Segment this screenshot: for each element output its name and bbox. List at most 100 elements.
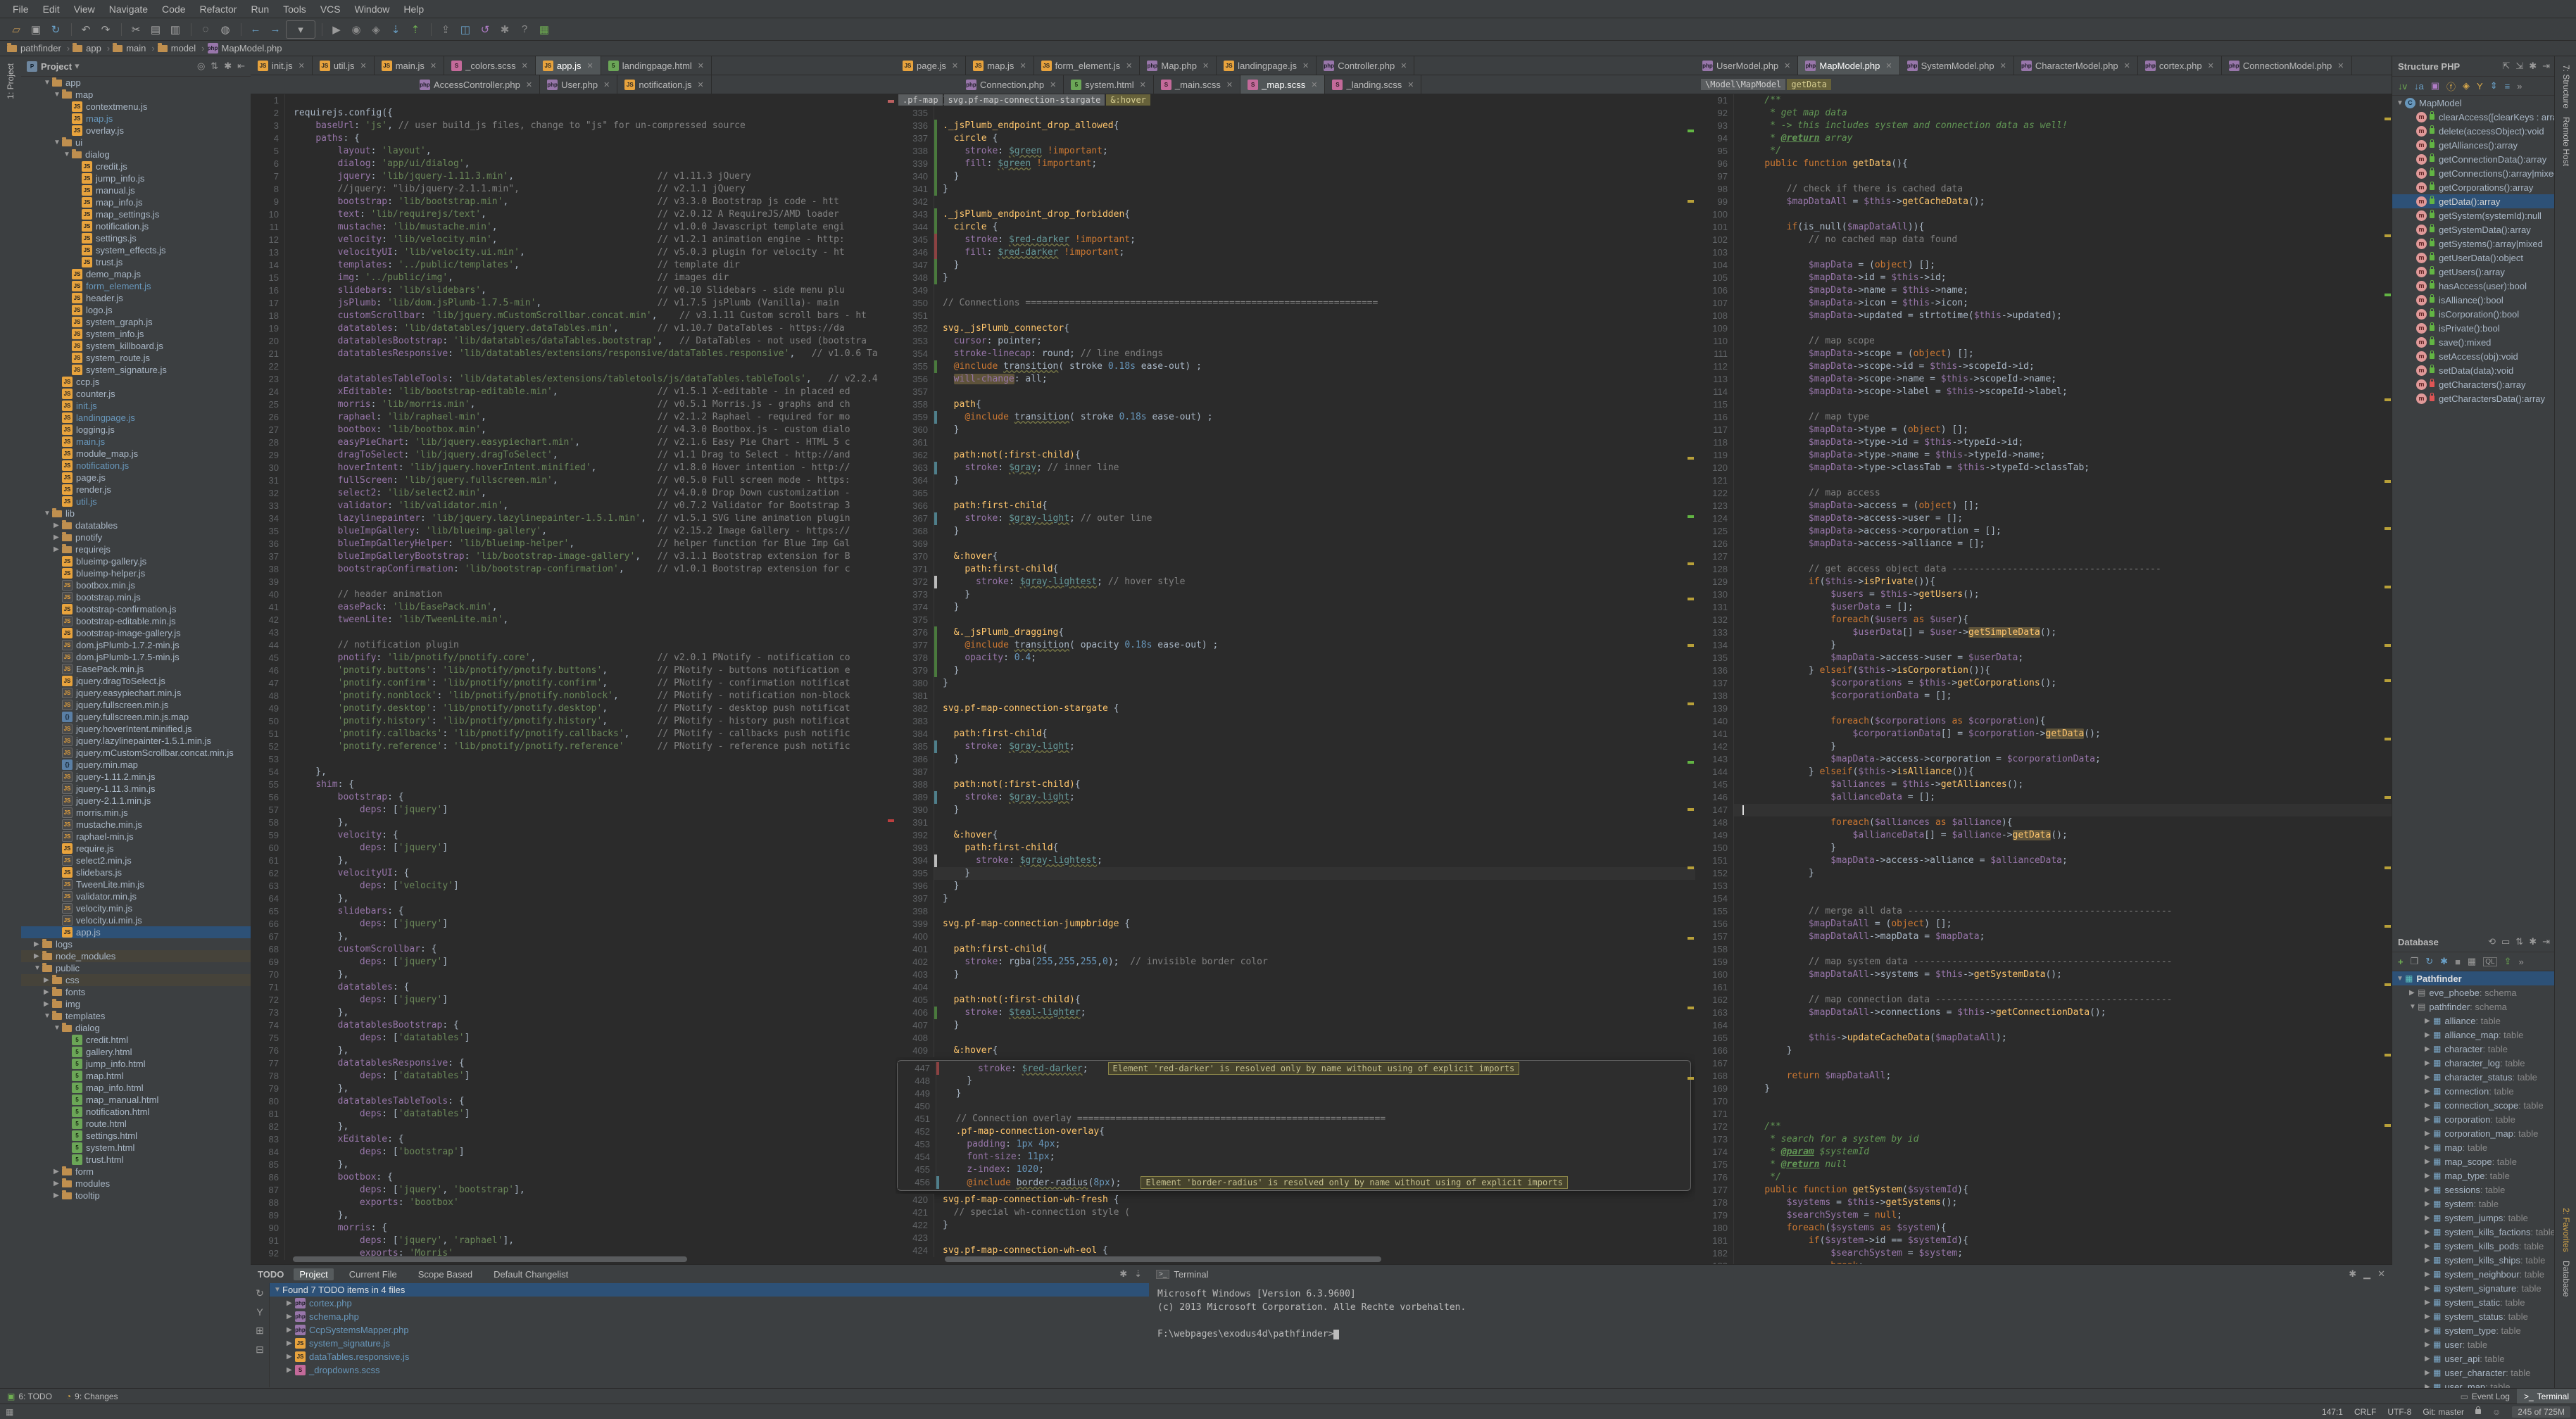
- tool-button-database[interactable]: Database: [2561, 1261, 2571, 1297]
- code-line[interactable]: 348}: [896, 272, 1695, 284]
- close-icon[interactable]: ✕: [1400, 61, 1407, 70]
- code-line[interactable]: 67 },: [251, 931, 896, 943]
- project-tree-item[interactable]: JSsystem_signature.js: [21, 364, 251, 376]
- code-line[interactable]: 172 /**: [1695, 1121, 2392, 1133]
- menu-window[interactable]: Window: [348, 0, 397, 18]
- project-tree-item[interactable]: JSjquery.lazylinepainter-1.5.1.min.js: [21, 735, 251, 747]
- code-line[interactable]: 181 if($system->id == $systemId){: [1695, 1235, 2392, 1247]
- project-tree-item[interactable]: JSslidebars.js: [21, 866, 251, 878]
- code-line[interactable]: 366 path:first-child{: [896, 500, 1695, 512]
- chevron-down-icon[interactable]: ▾: [75, 61, 80, 72]
- sort-by-visibility-icon[interactable]: ↓v: [2398, 81, 2407, 92]
- code-line[interactable]: 359 @include transition( stroke 0.18s ea…: [896, 411, 1695, 424]
- project-tree-item[interactable]: JSblueimp-helper.js: [21, 567, 251, 579]
- project-tree-item[interactable]: JSselect2.min.js: [21, 854, 251, 866]
- gear-icon[interactable]: ✱: [224, 61, 232, 72]
- editor-map-scss[interactable]: .pf-mapsvg.pf-map-connection-stargate&:h…: [896, 94, 1695, 1264]
- project-tree-item[interactable]: ▼dialog: [21, 1022, 251, 1034]
- project-tree-item[interactable]: JSvelocity.min.js: [21, 902, 251, 914]
- code-line[interactable]: 119 $mapData->type->name = $this->typeId…: [1695, 449, 2392, 462]
- code-line[interactable]: 104 $mapData = (object) [];: [1695, 259, 2392, 272]
- error-stripe-mark[interactable]: [1688, 644, 1694, 647]
- error-stripe-mark[interactable]: [1688, 808, 1694, 811]
- code-line[interactable]: 424svg.pf-map-connection-wh-eol {: [896, 1244, 1695, 1257]
- code-line[interactable]: 165 $this->updateCacheData($mapDataAll);: [1695, 1032, 2392, 1045]
- project-tree-item[interactable]: JSjquery-1.11.3.min.js: [21, 783, 251, 795]
- code-line[interactable]: 357: [896, 386, 1695, 398]
- code-line[interactable]: 390 }: [896, 804, 1695, 816]
- code-line[interactable]: 29 dragToSelect: 'lib/jquery.dragToSelec…: [251, 449, 896, 462]
- close-icon[interactable]: ✕: [2000, 61, 2006, 70]
- code-line[interactable]: 136 } elseif($this->isCorporation()){: [1695, 664, 2392, 677]
- code-line[interactable]: 13 velocityUI: 'lib/velocity.ui.min', //…: [251, 246, 896, 259]
- code-line[interactable]: 8 //jquery: "lib/jquery-2.1.1.min", // v…: [251, 183, 896, 196]
- code-line[interactable]: 421 // special wh-connection style (: [896, 1206, 1695, 1219]
- code-line[interactable]: 381: [896, 690, 1695, 702]
- code-line[interactable]: 376 &._jsPlumb_dragging{: [896, 626, 1695, 639]
- code-line[interactable]: 389 stroke: $gray-light;: [896, 791, 1695, 804]
- code-line[interactable]: 72 deps: ['jquery']: [251, 994, 896, 1007]
- code-line[interactable]: 352svg._jsPlumb_connector{: [896, 322, 1695, 335]
- code-line[interactable]: 173 * search for a system by id: [1695, 1133, 2392, 1146]
- code-line[interactable]: 121: [1695, 474, 2392, 487]
- code-line[interactable]: 369: [896, 538, 1695, 550]
- code-line[interactable]: 10 text: 'lib/requirejs/text', // v2.0.1…: [251, 208, 896, 221]
- project-tree-item[interactable]: JSlogo.js: [21, 304, 251, 316]
- code-line[interactable]: 109: [1695, 322, 2392, 335]
- error-stripe-mark[interactable]: [1688, 761, 1694, 764]
- code-line[interactable]: 157 $mapDataAll->mapData = $mapData;: [1695, 931, 2392, 943]
- code-line[interactable]: 96 public function getData(){: [1695, 158, 2392, 170]
- code-line[interactable]: 115: [1695, 398, 2392, 411]
- project-tree-item[interactable]: JSsystem_route.js: [21, 352, 251, 364]
- code-line[interactable]: 27 bootbox: 'lib/bootbox.min', // v4.3.0…: [251, 424, 896, 436]
- code-line[interactable]: 168 return $mapDataAll;: [1695, 1070, 2392, 1083]
- code-line[interactable]: 142 }: [1695, 740, 2392, 753]
- db-table-row[interactable]: ▶▦sessions: table: [2392, 1182, 2556, 1197]
- db-table-row[interactable]: ▶▦alliance_map: table: [2392, 1028, 2556, 1042]
- editor-tab-_map.scss[interactable]: S_map.scss✕: [1240, 75, 1325, 94]
- editor-tab-system.html[interactable]: 5system.html✕: [1064, 75, 1154, 94]
- code-line[interactable]: 123 $mapData->access = (object) [];: [1695, 500, 2392, 512]
- code-line[interactable]: 339 fill: $green !important;: [896, 158, 1695, 170]
- code-line[interactable]: 77 datatablesResponsive: {: [251, 1057, 896, 1070]
- project-tree-item[interactable]: ▶tooltip: [21, 1190, 251, 1202]
- todo-file-row[interactable]: ▶JSsystem_signature.js: [270, 1337, 1149, 1350]
- project-tree-item[interactable]: ▼map: [21, 89, 251, 101]
- code-line[interactable]: 159 // map system data -----------------…: [1695, 956, 2392, 969]
- editor-tab-form_element.js[interactable]: JSform_element.js✕: [1034, 56, 1141, 75]
- code-line[interactable]: 361: [896, 436, 1695, 449]
- db-table-row[interactable]: ▶▦system_neighbour: table: [2392, 1267, 2556, 1281]
- structure-method-row[interactable]: msave():mixed: [2392, 335, 2556, 349]
- code-line[interactable]: 57 deps: ['jquery']: [251, 804, 896, 816]
- project-tree-item[interactable]: JSlandingpage.js: [21, 412, 251, 424]
- filter-icon[interactable]: Y: [2477, 81, 2483, 92]
- code-line[interactable]: 122 // map access: [1695, 487, 2392, 500]
- project-tree-item[interactable]: JSform_element.js: [21, 280, 251, 292]
- code-line[interactable]: 38 bootstrapConfirmation: 'lib/bootstrap…: [251, 563, 896, 576]
- error-stripe-mark[interactable]: [2385, 679, 2391, 682]
- error-stripe-mark[interactable]: [2385, 738, 2391, 740]
- code-line[interactable]: 20 datatablesBootstrap: 'lib/datatables/…: [251, 335, 896, 348]
- code-line[interactable]: 391: [896, 816, 1695, 829]
- project-tree-item[interactable]: JSsystem_effects.js: [21, 244, 251, 256]
- close-icon[interactable]: ✕: [603, 80, 610, 89]
- project-structure-icon[interactable]: ▦: [535, 21, 553, 38]
- project-tree-item[interactable]: JSbootstrap-editable.min.js: [21, 615, 251, 627]
- code-line[interactable]: 145 $alliances = $this->getAlliances();: [1695, 778, 2392, 791]
- error-stripe-mark[interactable]: [888, 100, 894, 103]
- console-icon[interactable]: QL: [2483, 957, 2496, 966]
- code-line[interactable]: 53: [251, 753, 896, 766]
- code-line[interactable]: 103: [1695, 246, 2392, 259]
- close-icon[interactable]: ✕: [2124, 61, 2130, 70]
- close-icon[interactable]: ✕: [1311, 80, 1317, 89]
- terminal-output[interactable]: Microsoft Windows [Version 6.3.9600](c) …: [1149, 1283, 2392, 1345]
- expand-icon[interactable]: ⇕: [2490, 80, 2498, 92]
- editor-tab-CharacterModel.php[interactable]: phpCharacterModel.php✕: [2014, 56, 2138, 75]
- db-table-row[interactable]: ▶▦map: table: [2392, 1140, 2556, 1154]
- editor-tab-_landing.scss[interactable]: S_landing.scss✕: [1325, 75, 1421, 94]
- project-tree-item[interactable]: JSdom.jsPlumb-1.7.2-min.js: [21, 639, 251, 651]
- todo-tab-default-changelist[interactable]: Default Changelist: [488, 1268, 574, 1280]
- project-tree-item[interactable]: ▶datatables: [21, 519, 251, 531]
- code-line[interactable]: 112 $mapData->scope->id = $this->scopeId…: [1695, 360, 2392, 373]
- code-line[interactable]: 345 stroke: $red-darker !important;: [896, 234, 1695, 246]
